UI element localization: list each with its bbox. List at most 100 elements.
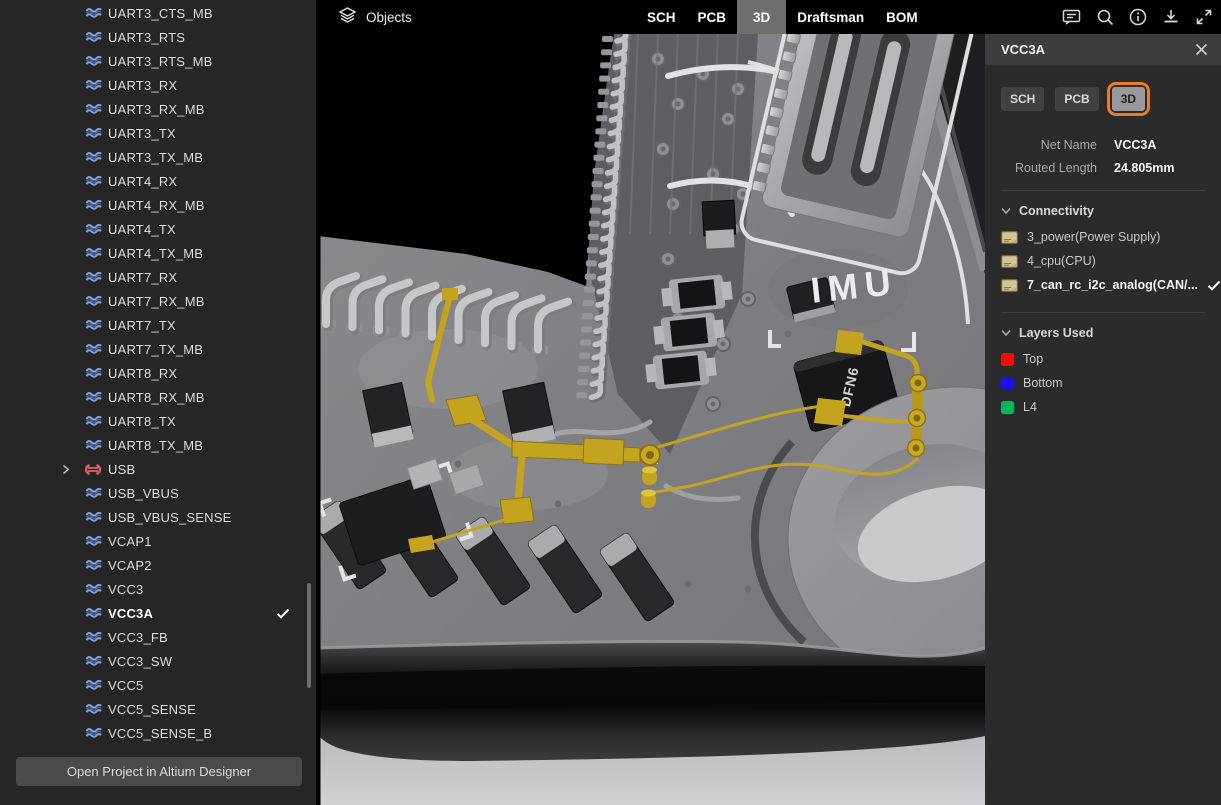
net-list-item-vcap1[interactable]: VCAP1 (0, 529, 316, 553)
net-detail-panel: VCC3A SCH PCB 3D Net Name VCC3A Routed Lengt… (985, 34, 1221, 805)
net-list-item-vcc5_sense_b[interactable]: VCC5_SENSE_B (0, 721, 316, 745)
download-icon[interactable] (1162, 8, 1180, 26)
layer-color-swatch (1001, 352, 1014, 366)
layer-item-l4[interactable]: L4 (1001, 395, 1205, 419)
objects-button[interactable]: Objects (338, 0, 412, 34)
net-icon (85, 127, 102, 140)
net-list-item-vcc3_fb[interactable]: VCC3_FB (0, 625, 316, 649)
net-label: VCC3A (108, 605, 154, 621)
comment-icon[interactable] (1062, 8, 1081, 26)
connectivity-item[interactable]: 7_can_rc_i2c_analog(CAN/... (1001, 273, 1221, 297)
net-list-item-uart4_rx[interactable]: UART4_RX (0, 169, 316, 193)
layer-item-bottom[interactable]: Bottom (1001, 371, 1205, 395)
net-list-item-vcc3[interactable]: VCC3 (0, 577, 316, 601)
net-list-item-usb[interactable]: USB (0, 457, 316, 481)
net-list-item-uart3_rts[interactable]: UART3_RTS (0, 25, 316, 49)
panel-view-button-sch[interactable]: SCH (1001, 87, 1045, 111)
panel-view-button-pcb[interactable]: PCB (1055, 87, 1099, 111)
net-list-item-uart7_rx[interactable]: UART7_RX (0, 265, 316, 289)
net-list: UART3_CTS_MB UART3_RTS UART3_RTS_MB UART3_R… (0, 1, 316, 745)
layers-used-section-header[interactable]: Layers Used (1001, 326, 1205, 340)
net-icon (85, 271, 102, 284)
net-label: USB (108, 461, 136, 477)
layer-label: Bottom (1023, 376, 1063, 390)
net-list-item-uart8_tx_mb[interactable]: UART8_TX_MB (0, 433, 316, 457)
tab-sch[interactable]: SCH (636, 0, 687, 34)
sidebar-scrollbar-thumb[interactable] (307, 583, 311, 688)
check-icon (276, 608, 290, 619)
net-list-item-uart3_rx[interactable]: UART3_RX (0, 73, 316, 97)
net-list-item-uart8_tx[interactable]: UART8_TX (0, 409, 316, 433)
net-icon (85, 31, 102, 44)
chevron-down-icon (1001, 326, 1011, 340)
net-list-item-vcc3a[interactable]: VCC3A (0, 601, 316, 625)
net-icon (85, 247, 102, 260)
net-label: VCAP2 (108, 557, 152, 573)
net-list-item-uart7_rx_mb[interactable]: UART7_RX_MB (0, 289, 316, 313)
layer-item-top[interactable]: Top (1001, 347, 1205, 371)
info-label: Routed Length (1014, 161, 1097, 175)
panel-view-button-3d[interactable]: 3D (1111, 87, 1146, 111)
net-icon (85, 55, 102, 68)
tab-bom[interactable]: BOM (875, 0, 929, 34)
net-list-item-vcap2[interactable]: VCAP2 (0, 553, 316, 577)
net-list-item-uart8_rx_mb[interactable]: UART8_RX_MB (0, 385, 316, 409)
net-list-item-uart3_rx_mb[interactable]: UART3_RX_MB (0, 97, 316, 121)
close-icon[interactable] (1195, 43, 1208, 56)
net-icon (85, 223, 102, 236)
net-list-item-vcc5[interactable]: VCC5 (0, 673, 316, 697)
net-label: UART7_TX_MB (108, 341, 204, 357)
view-tabs: SCH PCB 3D Draftsman BOM (636, 0, 929, 34)
tab-pcb[interactable]: PCB (687, 0, 738, 34)
net-icon (85, 559, 102, 572)
net-label: UART8_TX_MB (108, 437, 204, 453)
net-list-item-uart3_rts_mb[interactable]: UART3_RTS_MB (0, 49, 316, 73)
connectivity-item[interactable]: 3_power(Power Supply) (1001, 225, 1205, 249)
layers-used-title: Layers Used (1019, 326, 1094, 340)
layer-label: Top (1023, 352, 1044, 366)
net-list-item-usb_vbus_sense[interactable]: USB_VBUS_SENSE (0, 505, 316, 529)
net-list-item-uart4_rx_mb[interactable]: UART4_RX_MB (0, 193, 316, 217)
net-list-item-vcc3_sw[interactable]: VCC3_SW (0, 649, 316, 673)
net-icon (85, 391, 102, 404)
connectivity-section-header[interactable]: Connectivity (1001, 204, 1205, 218)
info-icon[interactable] (1129, 8, 1147, 26)
search-icon[interactable] (1096, 8, 1114, 26)
tab-draftsman[interactable]: Draftsman (786, 0, 875, 34)
net-label: UART3_RTS_MB (108, 53, 213, 69)
net-list-item-uart3_tx[interactable]: UART3_TX (0, 121, 316, 145)
tab-3d[interactable]: 3D (737, 0, 787, 34)
net-list-item-uart7_tx[interactable]: UART7_TX (0, 313, 316, 337)
net-icon (85, 415, 102, 428)
net-label: UART4_TX (108, 221, 176, 237)
divider (1001, 312, 1205, 313)
pcb-3d-viewport[interactable]: DFN6 IMU (311, 0, 1129, 805)
net-list-item-uart3_cts_mb[interactable]: UART3_CTS_MB (0, 1, 316, 25)
open-project-button[interactable]: Open Project in Altium Designer (16, 757, 302, 786)
net-list-item-uart4_tx[interactable]: UART4_TX (0, 217, 316, 241)
connectivity-item[interactable]: 4_cpu(CPU) (1001, 249, 1205, 273)
net-label: UART3_TX_MB (108, 149, 204, 165)
net-label: USB_VBUS_SENSE (108, 509, 232, 525)
chevron-right-icon[interactable] (62, 464, 85, 475)
net-icon (85, 535, 102, 548)
net-icon (85, 607, 102, 620)
net-label: UART4_RX_MB (108, 197, 205, 213)
net-list-item-uart4_tx_mb[interactable]: UART4_TX_MB (0, 241, 316, 265)
net-list-item-vcc5_sense[interactable]: VCC5_SENSE (0, 697, 316, 721)
diff-pair-icon (85, 463, 102, 476)
net-label: VCC3_SW (108, 653, 173, 669)
fullscreen-icon[interactable] (1195, 8, 1213, 26)
chevron-down-icon (1001, 204, 1011, 218)
altium-365-viewer: UART3_CTS_MB UART3_RTS UART3_RTS_MB UART3_R… (0, 0, 1221, 805)
layers-icon (338, 7, 357, 27)
net-icon (85, 727, 102, 740)
net-list-item-uart7_tx_mb[interactable]: UART7_TX_MB (0, 337, 316, 361)
connectivity-item-label: 3_power(Power Supply) (1027, 230, 1161, 244)
connectivity-item-label: 4_cpu(CPU) (1027, 254, 1096, 268)
net-list-item-uart8_rx[interactable]: UART8_RX (0, 361, 316, 385)
net-list-item-uart3_tx_mb[interactable]: UART3_TX_MB (0, 145, 316, 169)
viewer-topbar: Objects SCH PCB 3D Draftsman BOM (318, 0, 1221, 34)
net-list-item-usb_vbus[interactable]: USB_VBUS (0, 481, 316, 505)
info-value: 24.805mm (1114, 161, 1175, 175)
